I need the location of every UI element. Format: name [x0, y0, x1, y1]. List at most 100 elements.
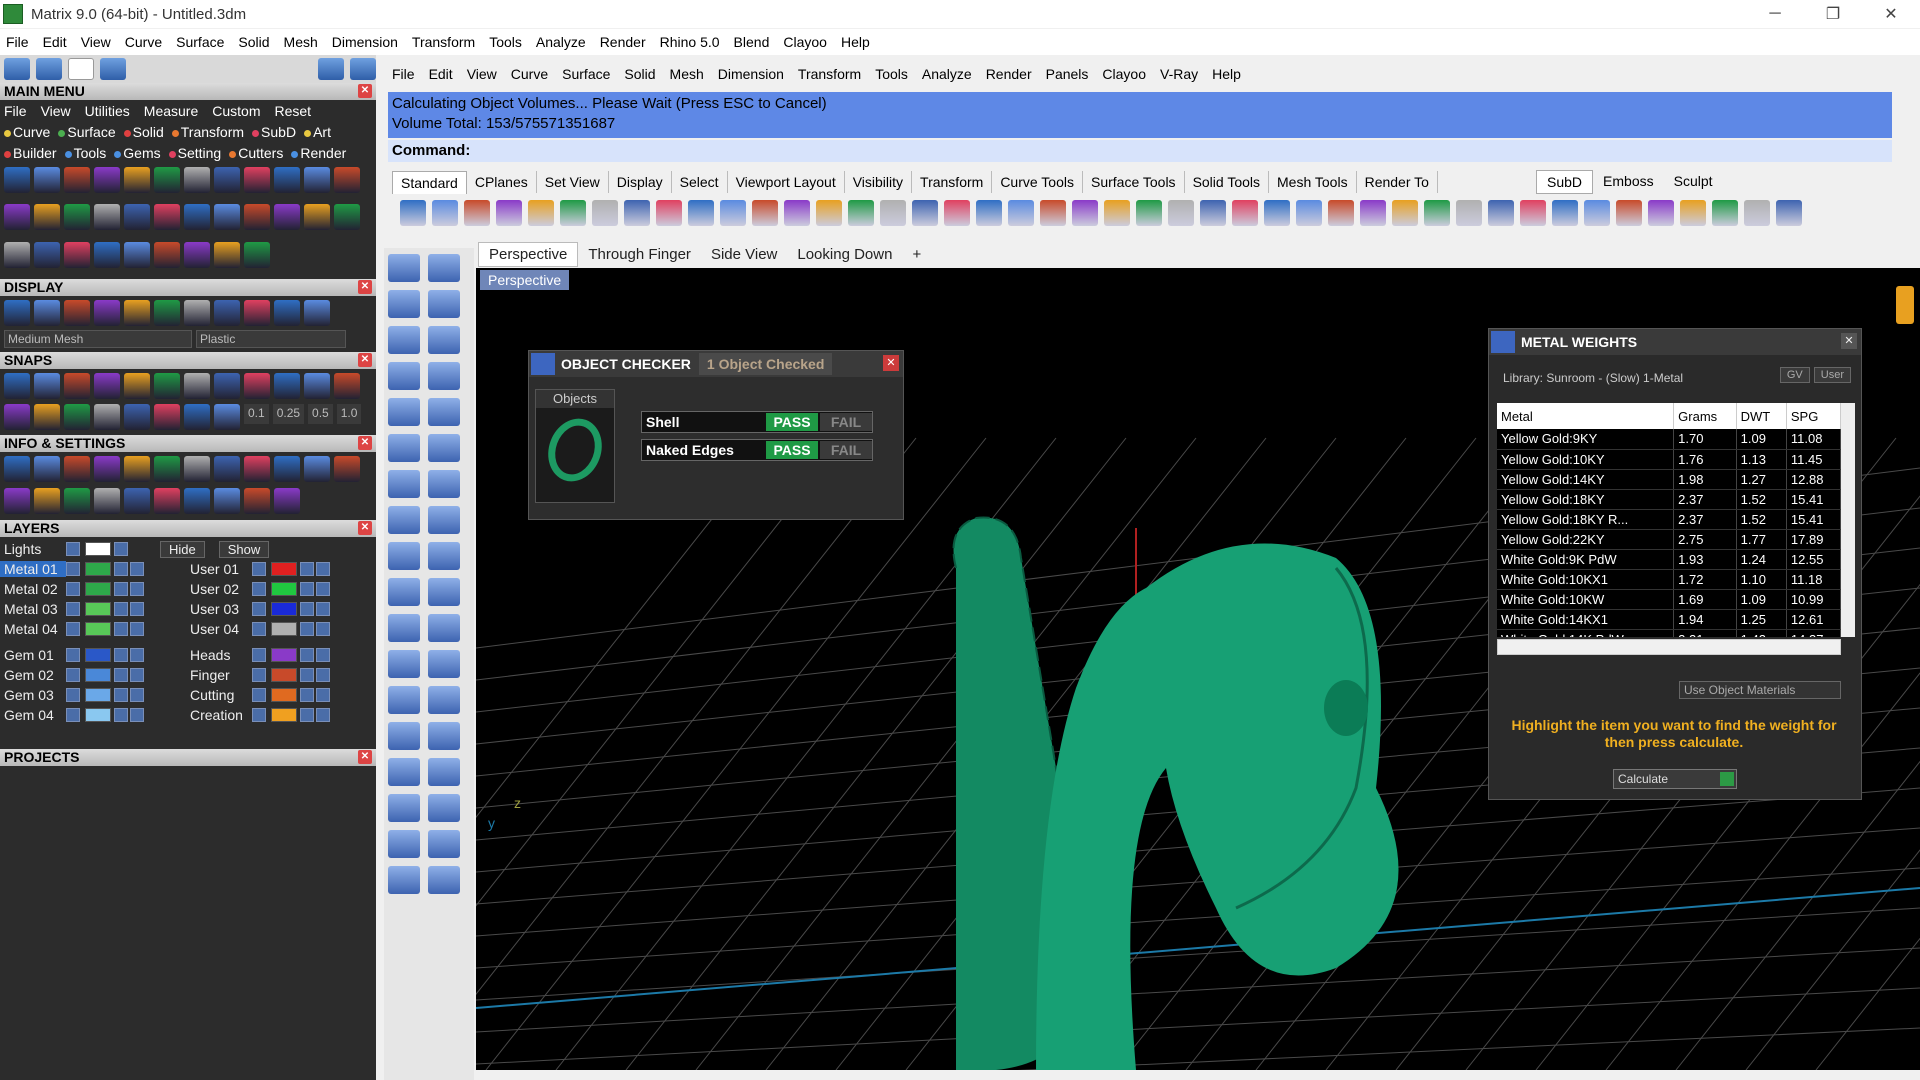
- snap-icon[interactable]: [274, 373, 300, 399]
- menu-item-panels[interactable]: Panels: [1046, 66, 1089, 82]
- setting-icon[interactable]: [124, 456, 150, 482]
- main-menu-category[interactable]: Curve: [4, 124, 50, 140]
- expand-icon[interactable]: [252, 688, 266, 702]
- viewport-tab-through-finger[interactable]: Through Finger: [578, 243, 701, 266]
- tool-icon[interactable]: [334, 204, 360, 231]
- tool-icon[interactable]: [64, 204, 90, 231]
- menu-item-file[interactable]: File: [6, 34, 29, 50]
- tool-icon[interactable]: [184, 204, 210, 231]
- lock-icon[interactable]: [114, 562, 128, 576]
- tool-icon[interactable]: [154, 204, 180, 231]
- toolbar-icon[interactable]: [1680, 200, 1706, 226]
- layer-color-swatch[interactable]: [271, 602, 297, 616]
- snap-icon[interactable]: [184, 404, 210, 430]
- toolbar-icon[interactable]: [1328, 200, 1354, 226]
- side-tool-icon[interactable]: [428, 542, 460, 570]
- visibility-icon[interactable]: [316, 708, 330, 722]
- new-file-icon[interactable]: [68, 58, 94, 80]
- snap-icon[interactable]: [34, 373, 60, 399]
- setting-icon[interactable]: [154, 488, 180, 514]
- side-tool-icon[interactable]: [388, 362, 420, 390]
- main-menu-category[interactable]: Render: [291, 145, 346, 161]
- lock-icon[interactable]: [114, 602, 128, 616]
- setting-icon[interactable]: [244, 488, 270, 514]
- layer-row[interactable]: User 03: [186, 599, 372, 619]
- tool-icon[interactable]: [184, 241, 210, 268]
- toolbar-icon[interactable]: [912, 200, 938, 226]
- toolbar-icon[interactable]: [1104, 200, 1130, 226]
- menu-item-dimension[interactable]: Dimension: [718, 66, 784, 82]
- setting-icon[interactable]: [64, 488, 90, 514]
- expand-icon[interactable]: [252, 582, 266, 596]
- visibility-icon[interactable]: [130, 562, 144, 576]
- main-menu-category[interactable]: Art: [304, 124, 331, 140]
- toolbar-icon[interactable]: [1552, 200, 1578, 226]
- toolbar-icon[interactable]: [1168, 200, 1194, 226]
- snap-icon[interactable]: [214, 404, 240, 430]
- setting-icon[interactable]: [214, 456, 240, 482]
- visibility-icon[interactable]: [130, 648, 144, 662]
- projects-header[interactable]: PROJECTS ✕: [0, 749, 376, 766]
- layer-color-swatch[interactable]: [85, 562, 111, 576]
- side-tool-icon[interactable]: [388, 254, 420, 282]
- lock-icon[interactable]: [114, 648, 128, 662]
- menu-item-clayoo[interactable]: Clayoo: [1102, 66, 1146, 82]
- side-tool-icon[interactable]: [428, 362, 460, 390]
- menu-item-solid[interactable]: Solid: [238, 34, 269, 50]
- lock-icon[interactable]: [114, 622, 128, 636]
- toolbar-icon[interactable]: [528, 200, 554, 226]
- visibility-icon[interactable]: [316, 648, 330, 662]
- toolbar-icon[interactable]: [1296, 200, 1322, 226]
- lock-icon[interactable]: [114, 668, 128, 682]
- expand-icon[interactable]: [252, 708, 266, 722]
- side-tool-icon[interactable]: [388, 506, 420, 534]
- display-mode-icon[interactable]: [154, 300, 180, 326]
- menu-item-transform[interactable]: Transform: [412, 34, 475, 50]
- side-tool-icon[interactable]: [388, 866, 420, 894]
- layer-color-swatch[interactable]: [271, 622, 297, 636]
- snap-icon[interactable]: [334, 373, 360, 399]
- toolbar-tab-set-view[interactable]: Set View: [537, 171, 609, 193]
- tool-icon[interactable]: [94, 167, 120, 193]
- setting-icon[interactable]: [304, 456, 330, 482]
- side-tool-icon[interactable]: [428, 506, 460, 534]
- tool-icon[interactable]: [214, 241, 240, 268]
- tool-icon[interactable]: [34, 241, 60, 268]
- close-icon[interactable]: ✕: [358, 436, 372, 450]
- side-tool-icon[interactable]: [428, 722, 460, 750]
- layer-color-swatch[interactable]: [271, 648, 297, 662]
- visibility-icon[interactable]: [130, 708, 144, 722]
- main-menu-category[interactable]: Builder: [4, 145, 57, 161]
- command-prompt[interactable]: Command:: [388, 140, 1892, 162]
- layer-color-swatch[interactable]: [85, 688, 111, 702]
- side-tool-icon[interactable]: [388, 758, 420, 786]
- side-tool-icon[interactable]: [428, 398, 460, 426]
- menu-item-dimension[interactable]: Dimension: [332, 34, 398, 50]
- toolbar-icon[interactable]: [1456, 200, 1482, 226]
- table-row[interactable]: Yellow Gold:18KY 2.37 1.52 15.41: [1497, 489, 1841, 510]
- lock-icon[interactable]: [114, 708, 128, 722]
- main-menu-header[interactable]: MAIN MENU ✕: [0, 83, 376, 100]
- visibility-icon[interactable]: [130, 688, 144, 702]
- side-tool-icon[interactable]: [388, 326, 420, 354]
- expand-icon[interactable]: [66, 602, 80, 616]
- tool-icon[interactable]: [94, 204, 120, 231]
- toolbar-icon[interactable]: [944, 200, 970, 226]
- toolbar-tab-render-to[interactable]: Render To: [1357, 171, 1438, 193]
- tool-icon[interactable]: [244, 204, 270, 231]
- tool-icon[interactable]: [274, 204, 300, 231]
- toolbar-icon[interactable]: [1136, 200, 1162, 226]
- lock-icon[interactable]: [114, 688, 128, 702]
- toolbar-icon[interactable]: [1360, 200, 1386, 226]
- expand-icon[interactable]: [252, 602, 266, 616]
- toolbar-tab-standard[interactable]: Standard: [392, 170, 467, 194]
- column-header[interactable]: Metal: [1497, 403, 1675, 429]
- snap-icon[interactable]: [64, 373, 90, 399]
- tool-icon[interactable]: [64, 167, 90, 193]
- layer-color-swatch[interactable]: [271, 668, 297, 682]
- main-menu-item[interactable]: Custom: [212, 103, 260, 119]
- table-row[interactable]: Yellow Gold:10KY 1.76 1.13 11.45: [1497, 449, 1841, 470]
- setting-icon[interactable]: [244, 456, 270, 482]
- toolbar-tab-transform[interactable]: Transform: [912, 171, 993, 193]
- snap-icon[interactable]: [184, 373, 210, 399]
